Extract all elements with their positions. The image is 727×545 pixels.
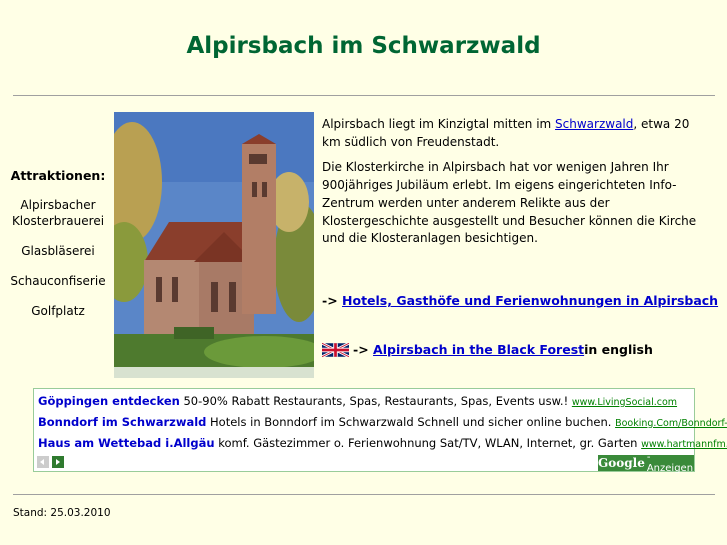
ads-label: -Anzeigen [646, 452, 694, 474]
ads-box: Göppingen entdecken 50-90% Rabatt Restau… [33, 388, 727, 474]
ad-url[interactable]: www.LivingSocial.com [572, 397, 677, 408]
hotels-link-row: -> Hotels, Gasthöfe und Ferienwohnungen … [322, 293, 718, 308]
ad-url[interactable]: www.hartmannfm.de [641, 439, 727, 450]
top-divider [13, 95, 715, 96]
ad-item[interactable]: Haus am Wettebad i.Allgäu komf. Gästezim… [38, 436, 727, 450]
intro-paragraph-2: Die Klosterkirche in Alpirsbach hat vor … [322, 160, 697, 246]
english-suffix: in english [584, 342, 653, 357]
ad-next-icon[interactable] [52, 456, 64, 468]
last-updated: Stand: 25.03.2010 [13, 507, 111, 519]
english-link[interactable]: Alpirsbach in the Black Forest [373, 342, 584, 357]
google-logo: Google [598, 456, 645, 470]
bottom-divider [13, 494, 715, 495]
ad-text: 50-90% Rabatt Restaurants, Spas, Restaur… [179, 394, 572, 408]
ad-url[interactable]: Booking.Com/Bonndorf-Im-Sch [615, 418, 727, 429]
intro-text: Alpirsbach liegt im Kinzigtal mitten im … [322, 116, 702, 256]
church-photo [114, 112, 314, 378]
intro-p1-before: Alpirsbach liegt im Kinzigtal mitten im [322, 117, 556, 131]
english-arrow: -> [353, 342, 369, 357]
sidebar-item-klosterbrauerei: Alpirsbacher Klosterbrauerei [11, 198, 105, 228]
ad-prev-icon[interactable] [37, 456, 49, 468]
attractions-sidebar: Attraktionen: Alpirsbacher Klosterbrauer… [8, 168, 108, 333]
ad-title[interactable]: Göppingen entdecken [38, 394, 180, 408]
ad-title[interactable]: Bonndorf im Schwarzwald [38, 415, 206, 429]
google-ads-badge[interactable]: Google -Anzeigen [598, 452, 694, 474]
schwarzwald-link[interactable]: Schwarzwald [555, 117, 633, 131]
ad-text: Hotels in Bonndorf im Schwarzwald Schnel… [206, 415, 616, 429]
attractions-heading: Attraktionen: [10, 168, 106, 183]
sidebar-item-schauconfiserie: Schauconfiserie [10, 274, 106, 288]
english-link-row: -> Alpirsbach in the Black Forest in eng… [322, 342, 653, 357]
sidebar-item-glasblaeserei: Glasbläserei [21, 244, 95, 258]
intro-paragraph-1: Alpirsbach liegt im Kinzigtal mitten im … [322, 116, 702, 151]
page-title: Alpirsbach im Schwarzwald [186, 33, 541, 59]
ad-item[interactable]: Bonndorf im Schwarzwald Hotels in Bonndo… [38, 415, 727, 429]
ad-item[interactable]: Göppingen entdecken 50-90% Rabatt Restau… [38, 394, 677, 408]
hotels-arrow: -> [322, 293, 343, 308]
sidebar-item-golfplatz: Golfplatz [31, 304, 85, 318]
ad-text: komf. Gästezimmer o. Ferienwohnung Sat/T… [214, 436, 642, 450]
ad-navigation [37, 456, 64, 468]
uk-flag-icon [322, 342, 349, 357]
ad-title[interactable]: Haus am Wettebad i.Allgäu [38, 436, 215, 450]
hotels-link[interactable]: Hotels, Gasthöfe und Ferienwohnungen in … [342, 293, 718, 308]
